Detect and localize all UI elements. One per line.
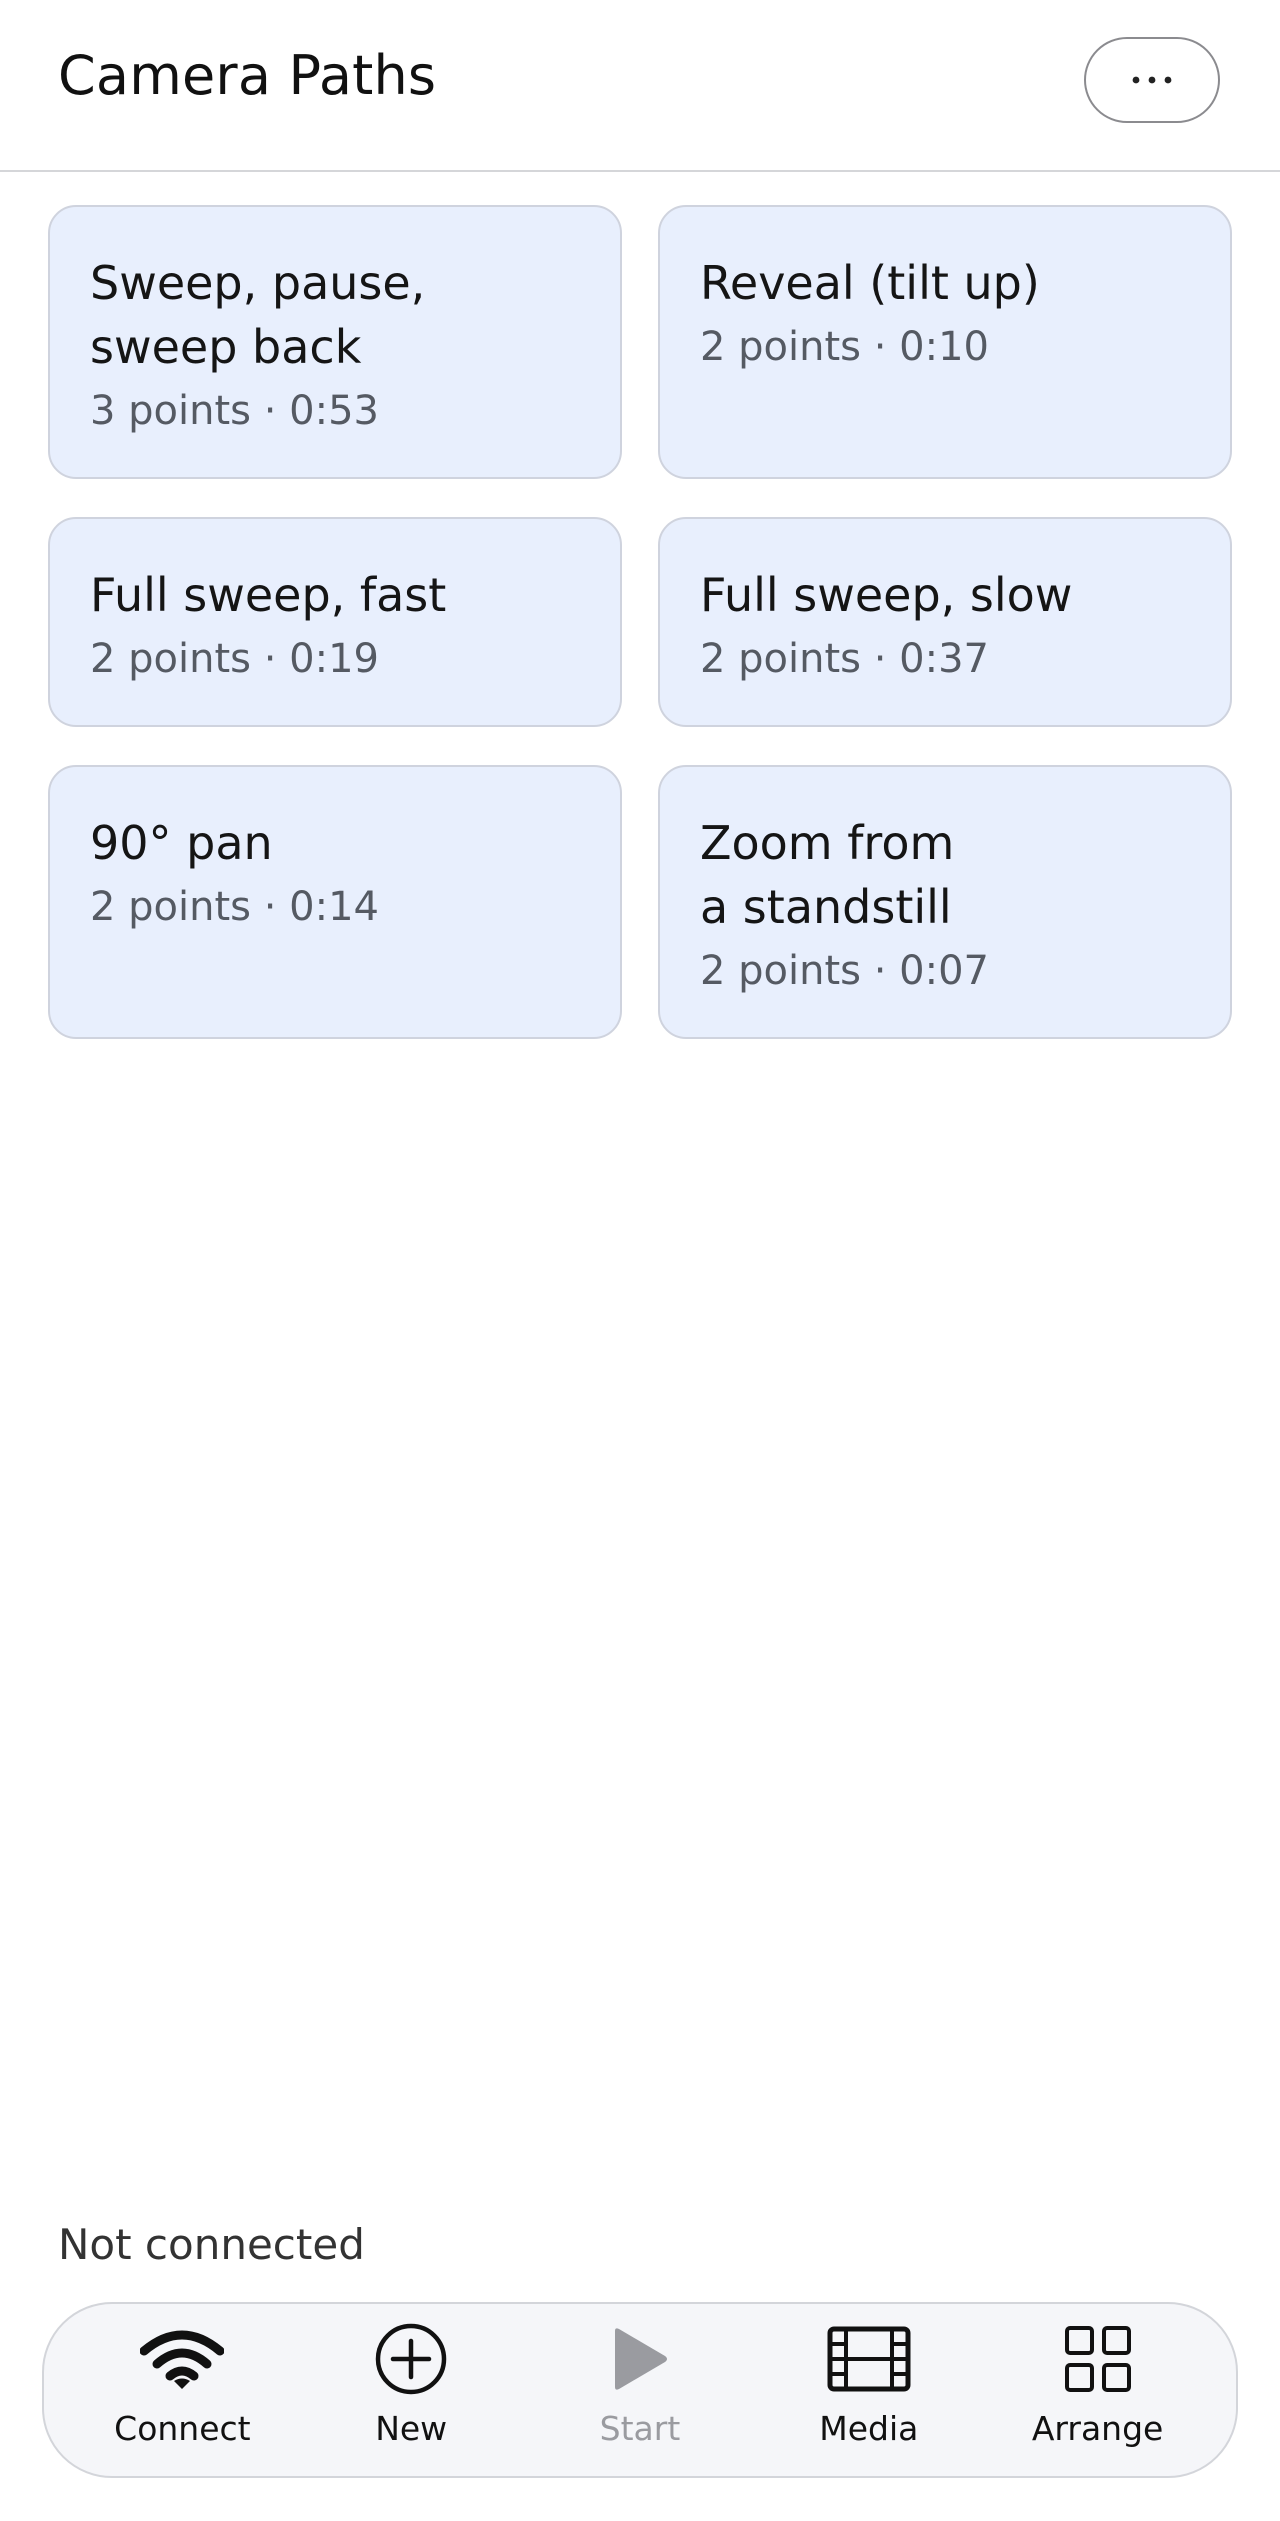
path-card[interactable]: Sweep, pause, sweep back 3 points · 0:53 — [48, 205, 622, 479]
path-meta: 2 points · 0:37 — [700, 636, 989, 682]
new-label: New — [375, 2409, 448, 2448]
path-card[interactable]: Full sweep, slow 2 points · 0:37 — [658, 517, 1232, 727]
path-meta: 2 points · 0:19 — [90, 636, 379, 682]
path-card[interactable]: Full sweep, fast 2 points · 0:19 — [48, 517, 622, 727]
arrange-button[interactable]: Arrange — [998, 2315, 1198, 2465]
start-button[interactable]: Start — [540, 2315, 740, 2465]
new-button[interactable]: New — [311, 2315, 511, 2465]
path-title: Full sweep, fast — [90, 568, 447, 622]
path-title: Full sweep, slow — [700, 568, 1073, 622]
film-icon — [827, 2326, 911, 2392]
path-meta: 2 points · 0:10 — [700, 324, 989, 370]
connect-button[interactable]: Connect — [82, 2315, 282, 2465]
plus-circle-icon — [375, 2323, 447, 2395]
path-card[interactable]: 90° pan 2 points · 0:14 — [48, 765, 622, 1039]
path-meta: 2 points · 0:07 — [700, 948, 989, 994]
path-title: Zoom from a standstill — [700, 816, 955, 934]
media-label: Media — [819, 2409, 919, 2448]
path-meta: 2 points · 0:14 — [90, 884, 379, 930]
path-card[interactable]: Reveal (tilt up) 2 points · 0:10 — [658, 205, 1232, 479]
bottom-toolbar: Connect New Start Media Arrange — [42, 2302, 1238, 2478]
path-title: Reveal (tilt up) — [700, 256, 1040, 310]
more-horizontal-icon — [1132, 76, 1172, 84]
path-title: Sweep, pause, sweep back — [90, 256, 426, 374]
header: Camera Paths — [0, 0, 1280, 172]
more-options-button[interactable] — [1084, 37, 1220, 123]
connect-label: Connect — [114, 2409, 251, 2448]
media-button[interactable]: Media — [769, 2315, 969, 2465]
connection-status: Not connected — [58, 2220, 365, 2269]
path-meta: 3 points · 0:53 — [90, 388, 379, 434]
path-title: 90° pan — [90, 816, 273, 870]
page-title: Camera Paths — [58, 44, 437, 107]
path-grid: Sweep, pause, sweep back 3 points · 0:53… — [48, 205, 1232, 1039]
arrange-label: Arrange — [1031, 2409, 1164, 2448]
play-icon — [614, 2328, 667, 2390]
grid-icon — [1064, 2326, 1131, 2392]
wifi-icon — [140, 2330, 225, 2389]
start-label: Start — [599, 2409, 681, 2448]
path-card[interactable]: Zoom from a standstill 2 points · 0:07 — [658, 765, 1232, 1039]
